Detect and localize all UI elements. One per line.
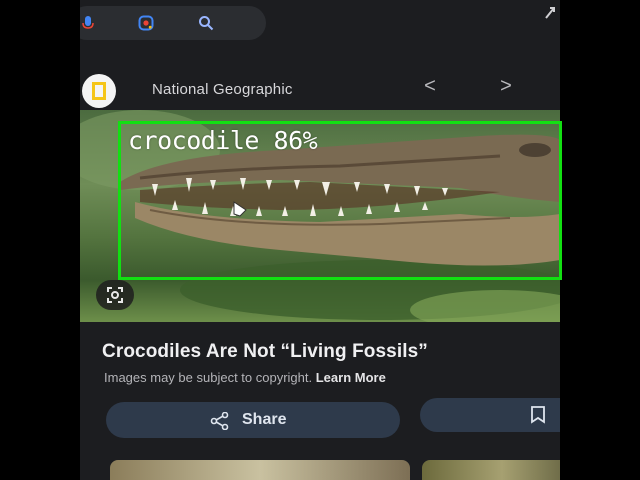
share-label: Share [242,411,287,428]
chevron-left-icon[interactable]: < [420,76,440,96]
copyright-caption: Images may be subject to copyright. Lear… [104,370,386,385]
google-lens-icon[interactable] [138,15,154,31]
search-icon[interactable] [198,15,214,31]
related-image-thumbnail[interactable] [110,460,410,480]
lens-crop-icon[interactable] [96,280,134,310]
search-bar[interactable] [80,6,266,40]
source-row[interactable]: National Geographic < > [80,72,560,108]
mic-icon[interactable] [80,15,96,31]
chevron-right-icon[interactable]: > [496,76,516,96]
detection-label: crocodile 86% [128,126,318,155]
share-button[interactable]: Share [106,402,400,438]
result-title[interactable]: Crocodiles Are Not “Living Fossils” [102,341,558,363]
bookmark-icon [531,406,545,424]
caption-text: Images may be subject to copyright. [104,370,313,385]
share-up-icon[interactable] [542,4,560,22]
natgeo-frame-icon [82,74,116,108]
related-image-thumbnail[interactable] [422,460,560,480]
source-name[interactable]: National Geographic [152,81,293,98]
save-button[interactable] [420,398,560,432]
share-icon [210,412,229,430]
learn-more-link[interactable]: Learn More [316,370,386,385]
